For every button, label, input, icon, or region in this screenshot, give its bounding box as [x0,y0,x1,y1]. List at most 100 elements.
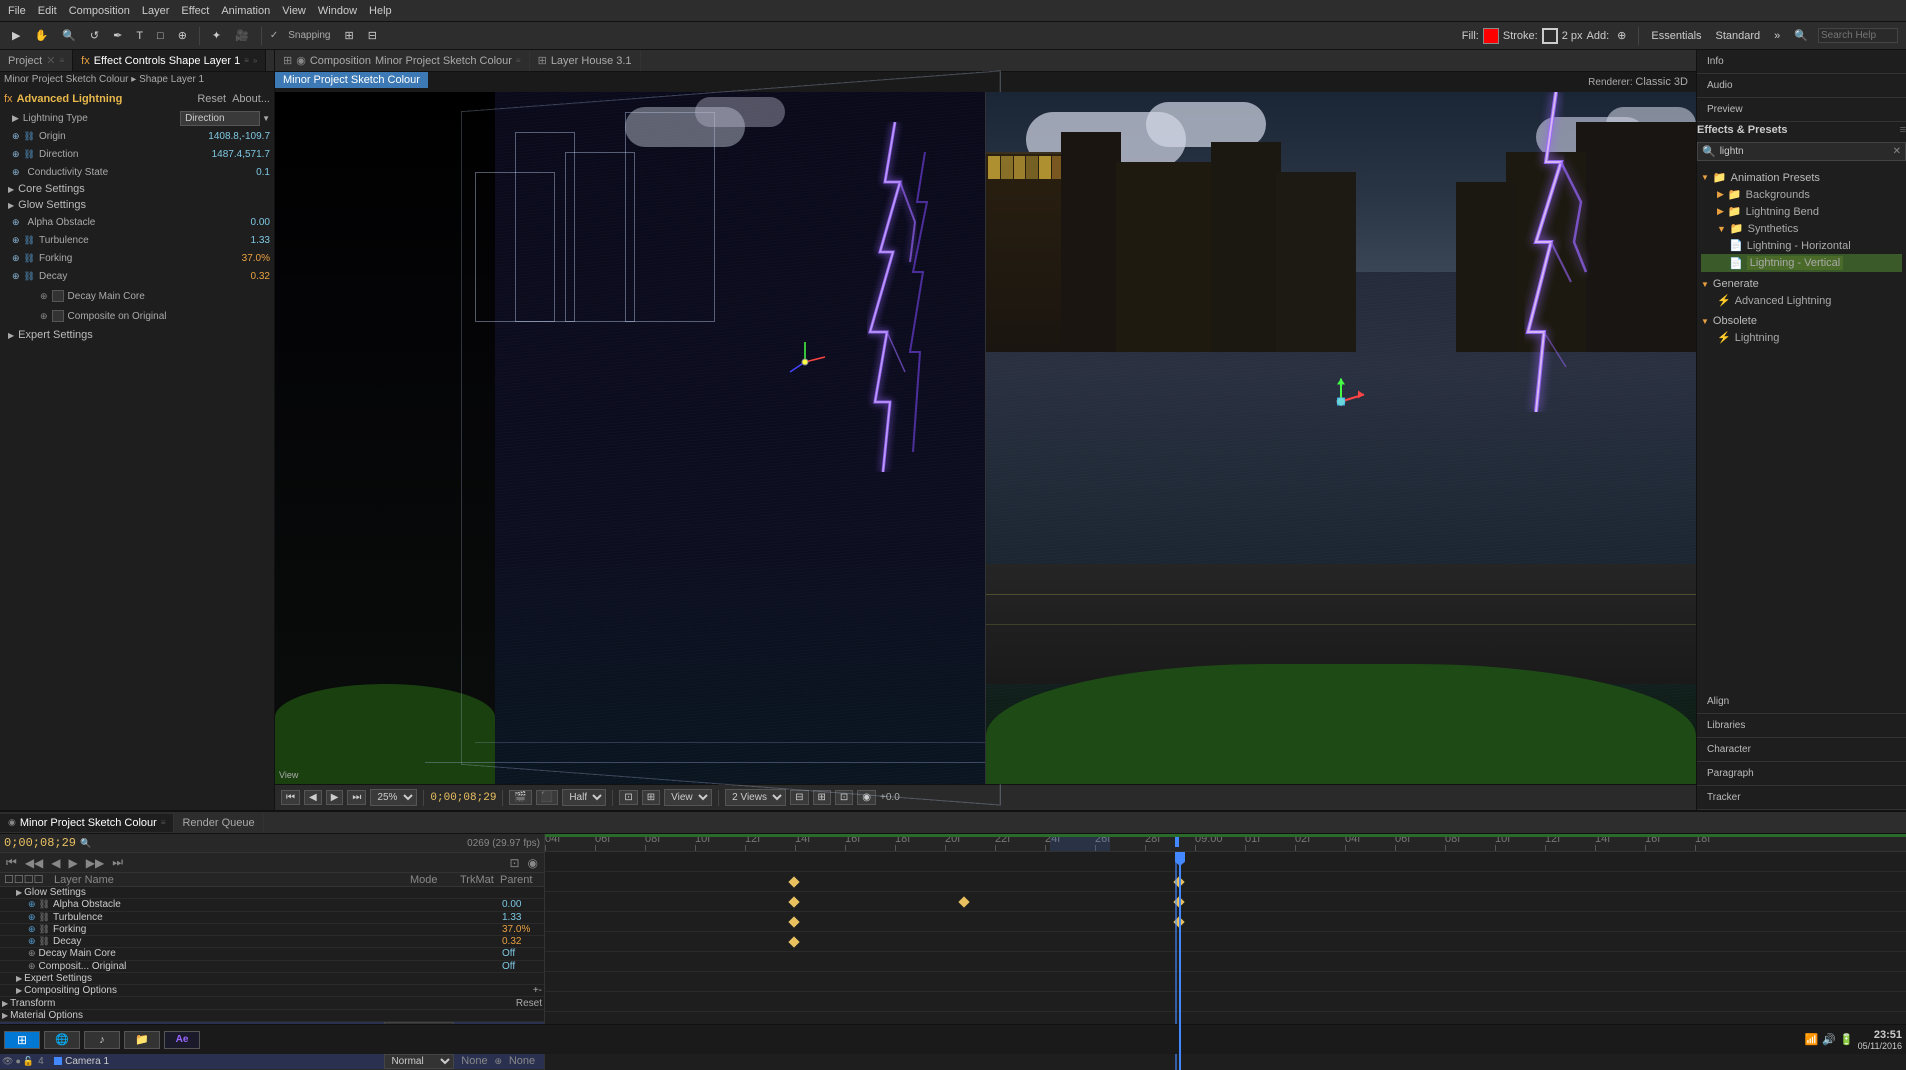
project-tab-close[interactable]: ✕ [46,54,55,67]
lightning-type-dropdown[interactable]: Direction ▼ [180,111,270,126]
menu-view[interactable]: View [282,5,306,17]
section-core-settings[interactable]: ▶ Core Settings [4,181,270,197]
lightning-type-value[interactable]: Direction [180,111,260,126]
layer4-mode[interactable]: Normal [384,1054,454,1069]
tl-comp-tab[interactable]: ◉ Minor Project Sketch Colour ≡ [0,814,174,832]
tl-live-update[interactable]: ⊡ [507,856,521,870]
tl-solo-mode[interactable]: ◉ [526,856,540,870]
item-lightning-bend[interactable]: ▶ 📁 Lightning Bend [1701,203,1902,220]
kf-alpha-1[interactable] [788,876,799,887]
menu-help[interactable]: Help [369,5,392,17]
play-stop-btn[interactable]: ◀ [304,790,322,805]
fill-color-swatch[interactable] [1483,28,1499,44]
search-clear-btn[interactable]: ✕ [1893,146,1901,157]
tool-camera[interactable]: 🎥 [231,27,253,44]
comp-opts-remove[interactable]: - [539,985,542,996]
section-expert[interactable]: ▶ Expert Settings [4,327,270,343]
tool-pen[interactable]: ✒ [109,27,126,44]
effect-tab-menu[interactable]: ≡ [244,56,249,65]
conductivity-value[interactable]: 0.1 [190,167,270,178]
essentials-btn[interactable]: Essentials [1647,28,1705,44]
section-glow-settings[interactable]: ▶ Glow Settings [4,197,270,213]
kf-turb-2[interactable] [958,896,969,907]
stroke-color-swatch[interactable] [1542,28,1558,44]
viewer-extra1[interactable]: ⊟ [790,790,808,805]
zoom-select[interactable]: 25% [370,789,417,806]
workspace-expand[interactable]: » [1770,28,1784,44]
search-help-input[interactable] [1818,28,1898,43]
tl-last-frame[interactable]: ⏭ [110,855,125,870]
forking-tl-val[interactable]: 37.0% [502,924,542,935]
transform-fold[interactable]: ▶ [2,999,8,1008]
menu-effect[interactable]: Effect [181,5,209,17]
tool-hand[interactable]: ✋ [30,27,52,44]
rp-preview-title[interactable]: Preview [1703,102,1900,117]
menu-animation[interactable]: Animation [221,5,270,17]
tool-puppet[interactable]: ⊕ [174,27,191,44]
comp-tab-layer-house[interactable]: ⊞ Layer House 3.1 [530,50,641,71]
play-next-btn[interactable]: ⏭ [347,790,366,805]
effect-controls-tab[interactable]: fx Effect Controls Shape Layer 1 ≡ » [73,50,266,71]
tl-first-frame[interactable]: ⏮ [4,855,19,870]
view-select[interactable]: View [664,789,712,806]
kf-fork-2[interactable] [1173,916,1184,927]
tool-text[interactable]: T [132,28,147,44]
kf-turb-3[interactable] [1173,896,1184,907]
taskbar-ae[interactable]: Ae [164,1031,200,1049]
turbulence-value[interactable]: 1.33 [190,235,270,246]
layer4-eye[interactable]: 👁 [2,1056,13,1067]
effect-reset-btn[interactable]: Reset [197,93,226,105]
play-prev-btn[interactable]: ⏮ [281,790,300,805]
snap-icon2[interactable]: ⊟ [364,27,381,44]
layer4-solo[interactable]: ● [15,1056,20,1066]
snap-icon[interactable]: ⊞ [341,27,358,44]
tl-play-fwd[interactable]: ▶ [67,856,80,870]
tl-render-tab[interactable]: Render Queue [174,814,263,832]
item-backgrounds[interactable]: ▶ 📁 Backgrounds [1701,186,1902,203]
effect-about-btn[interactable]: About... [232,93,270,105]
rp-paragraph-title[interactable]: Paragraph [1703,766,1900,781]
decay-value[interactable]: 0.32 [190,271,270,282]
start-btn[interactable]: ⊞ [4,1031,40,1049]
taskbar-files[interactable]: 📁 [124,1031,160,1049]
comp-opts-fold[interactable]: ▶ [16,986,22,995]
item-synthetics[interactable]: ▼ 📁 Synthetics [1701,220,1902,237]
tl-play-rev[interactable]: ◀ [49,856,62,870]
views-select[interactable]: 2 Views [725,789,786,806]
project-tab[interactable]: Project ✕ ≡ [0,50,73,71]
tool-select[interactable]: ▶ [8,27,24,44]
grid-btn[interactable]: ⊞ [642,790,660,805]
decay-tl-val[interactable]: 0.32 [502,936,542,947]
kf-turb-1[interactable] [788,896,799,907]
decay-main-checkbox[interactable] [52,290,64,302]
composite-checkbox[interactable] [52,310,64,322]
item-lightning[interactable]: ⚡ Lightning [1701,329,1902,346]
tl-prev-kf[interactable]: ◀◀ [23,856,45,870]
frame-info[interactable]: 🎬 [509,790,531,805]
expert-fold[interactable]: ▶ [16,974,22,983]
ep-search-input[interactable] [1720,146,1889,157]
material-fold[interactable]: ▶ [2,1011,8,1020]
kf-fork-1[interactable] [788,916,799,927]
tool-anchor[interactable]: ✦ [208,27,225,44]
tool-zoom[interactable]: 🔍 [58,27,80,44]
region-btn[interactable]: ⊡ [619,790,637,805]
menu-layer[interactable]: Layer [142,5,170,17]
playhead-marker[interactable] [1175,837,1179,847]
ep-menu[interactable]: ≡ [1900,124,1906,136]
taskbar-spotify[interactable]: ♪ [84,1031,120,1049]
comp-tab-controls[interactable]: ⊞ ◉ Composition Minor Project Sketch Col… [275,50,530,71]
project-tab-menu[interactable]: ≡ [59,56,64,65]
item-lightning-horizontal[interactable]: 📄 Lightning - Horizontal [1701,237,1902,254]
taskbar-chrome[interactable]: 🌐 [44,1031,80,1049]
tl-tab-menu[interactable]: ≡ [161,818,166,827]
alpha-value[interactable]: 0.00 [190,217,270,228]
snapping-btn[interactable]: Snapping [284,28,334,43]
search-help-icon[interactable]: 🔍 [1790,27,1812,44]
turbulence-tl-val[interactable]: 1.33 [502,912,542,923]
alpha-obs-tl-val[interactable]: 0.00 [502,899,542,910]
cat-obsolete[interactable]: ▼ Obsolete [1701,313,1902,329]
rp-tracker-title[interactable]: Tracker [1703,790,1900,805]
cat-animation-presets[interactable]: ▼ 📁 Animation Presets [1701,169,1902,186]
rp-info-title[interactable]: Info [1703,54,1900,69]
